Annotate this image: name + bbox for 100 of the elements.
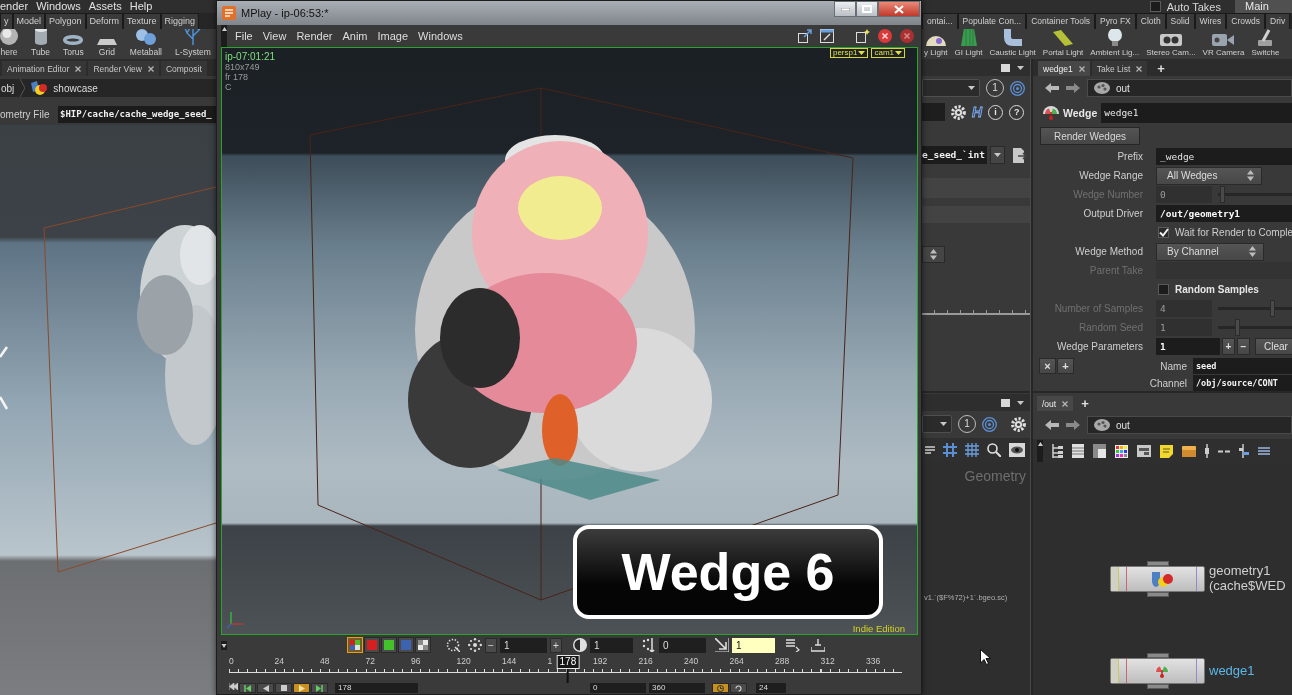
text-field[interactable]: /obj/source/CONT: [1193, 375, 1292, 391]
checkbox[interactable]: [1149, 1, 1161, 12]
fps-field[interactable]: 24: [756, 683, 786, 693]
close-icon[interactable]: [1136, 65, 1143, 72]
tray-icon[interactable]: [811, 638, 825, 652]
forward-arrow-icon[interactable]: [1066, 83, 1080, 93]
number-field[interactable]: 1: [590, 637, 633, 653]
shelf-tab[interactable]: Cloth: [1135, 13, 1166, 29]
new-tab-button[interactable]: +: [1081, 396, 1089, 411]
window-edit-icon[interactable]: [820, 29, 834, 43]
sparkle-icon[interactable]: [856, 29, 870, 43]
close-icon[interactable]: [1078, 65, 1085, 72]
shelf-tool[interactable]: Torus: [63, 29, 84, 59]
shelf-tool[interactable]: Portal Light: [1042, 29, 1084, 59]
shelf-tool[interactable]: Metaball: [129, 29, 162, 59]
tree-view-icon[interactable]: [1052, 444, 1063, 458]
gear-icon[interactable]: [951, 104, 966, 120]
pane-tab[interactable]: Render View: [88, 61, 159, 76]
number-field[interactable]: 1: [500, 637, 547, 653]
align-icon[interactable]: [1218, 449, 1230, 453]
increment-button[interactable]: +: [550, 637, 562, 653]
close-button[interactable]: [878, 1, 920, 17]
contrast-icon[interactable]: [573, 638, 587, 652]
grid-icon[interactable]: [965, 443, 979, 457]
pane-tab[interactable]: wedge1: [1038, 61, 1090, 76]
palette-icon[interactable]: [1115, 444, 1128, 458]
path-field[interactable]: out: [1087, 79, 1292, 97]
target-icon[interactable]: [1010, 80, 1025, 96]
forward-arrow-icon[interactable]: [1066, 420, 1080, 430]
path-crumb[interactable]: out: [1116, 82, 1130, 94]
checkbox[interactable]: [1158, 227, 1169, 238]
node-name-field[interactable]: wedge1: [1101, 103, 1292, 123]
menu-item[interactable]: Image: [377, 30, 409, 42]
file-icon[interactable]: [1013, 147, 1026, 163]
dropdown-button[interactable]: All Wedges: [1156, 166, 1263, 185]
square-icon[interactable]: [1001, 398, 1010, 407]
number-field[interactable]: 1: [732, 637, 775, 653]
stop-button[interactable]: [275, 683, 292, 693]
dotted-ring-icon[interactable]: [446, 638, 460, 652]
timeline-track[interactable]: 0 24 48 72 96 120 144 1 178 192 216 240 264 288 312 336: [227, 655, 902, 683]
thumbnail-icon[interactable]: [1093, 444, 1106, 458]
close-circle-icon[interactable]: [878, 29, 892, 43]
close-icon[interactable]: [75, 65, 82, 72]
shelf-tab[interactable]: Populate Con...: [957, 13, 1027, 29]
shelf-tool[interactable]: Stereo Cam...: [1146, 29, 1196, 59]
input-field[interactable]: [922, 103, 945, 121]
add-button[interactable]: +: [1057, 358, 1074, 374]
menu-item[interactable]: Anim: [342, 30, 368, 42]
menu-item[interactable]: ender: [0, 0, 29, 13]
menu-item[interactable]: Assets: [88, 0, 122, 13]
shelf-tool[interactable]: Caustic Light: [989, 29, 1036, 59]
shelf-tool[interactable]: Grid: [96, 29, 117, 59]
eye-icon[interactable]: [1009, 443, 1025, 457]
shelf-tab[interactable]: Wires: [1194, 13, 1227, 29]
start-frame-field[interactable]: 0: [590, 683, 646, 693]
target-icon[interactable]: [982, 416, 997, 432]
dropdown-field[interactable]: [922, 415, 952, 433]
shelf-tab[interactable]: Container Tools: [1026, 13, 1096, 29]
number-field[interactable]: 1: [1156, 338, 1220, 355]
menu-item[interactable]: Help: [129, 0, 153, 13]
realtime-button[interactable]: [712, 683, 729, 693]
checkbox[interactable]: [1158, 284, 1169, 295]
shelf-tool[interactable]: Tube: [31, 29, 51, 59]
shelf-tool[interactable]: Switche: [1251, 29, 1280, 59]
path-crumb[interactable]: showcase: [53, 82, 98, 94]
dropdown-button[interactable]: [990, 146, 1005, 164]
shelf-tool[interactable]: y Light: [924, 29, 948, 59]
loop-button[interactable]: [730, 683, 747, 693]
play-reverse-button[interactable]: [257, 683, 274, 693]
step-forward-button[interactable]: [311, 683, 328, 693]
align-icon[interactable]: [1205, 444, 1209, 458]
path-field[interactable]: out: [1087, 416, 1292, 434]
shelf-tab[interactable]: Crowds: [1226, 13, 1266, 29]
frame-icon[interactable]: [1137, 445, 1151, 457]
toggle[interactable]: Wait for Render to Comple: [1156, 227, 1292, 238]
align-icon[interactable]: [1239, 444, 1249, 458]
frame-field[interactable]: 178: [335, 683, 418, 693]
scroll-handle[interactable]: [221, 25, 227, 47]
close-circle-icon[interactable]: [900, 29, 914, 43]
shelf-tab[interactable]: Model: [12, 13, 45, 29]
text-field[interactable]: $HIP/cache/cache_wedge_seed_: [58, 106, 216, 123]
shelf-tab[interactable]: Texture: [123, 13, 161, 29]
box-icon[interactable]: [1182, 445, 1196, 457]
menu-item[interactable]: Render: [296, 30, 333, 42]
number-field[interactable]: 0: [659, 637, 706, 653]
end-frame-field[interactable]: 360: [649, 683, 705, 693]
new-tab-button[interactable]: +: [1157, 61, 1165, 76]
text-field[interactable]: e_seed_`int: [922, 146, 987, 164]
play-button[interactable]: [293, 683, 310, 693]
shelf-tool[interactable]: VR Camera: [1202, 29, 1245, 59]
remove-button[interactable]: ×: [1039, 358, 1056, 374]
pane-tab[interactable]: Take List: [1091, 61, 1148, 76]
dots-bar-icon[interactable]: [642, 638, 656, 652]
shelf-tool[interactable]: here: [0, 29, 18, 59]
search-icon[interactable]: [987, 443, 1001, 457]
align-icon[interactable]: [1258, 447, 1270, 455]
corner-arrow-icon[interactable]: [715, 638, 729, 652]
square-icon[interactable]: [1001, 63, 1010, 72]
dropdown-button[interactable]: By Channel: [1156, 242, 1264, 261]
shelf-tool[interactable]: GI Light: [954, 29, 983, 59]
